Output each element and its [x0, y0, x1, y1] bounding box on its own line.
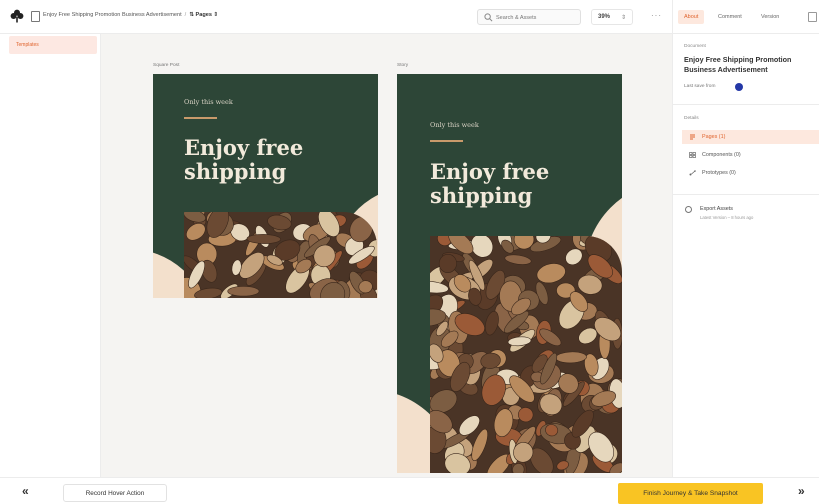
artwork-headline: Enjoy free shipping: [184, 135, 304, 185]
artwork-subtitle: Only this week: [430, 121, 479, 129]
details-item-prototypes[interactable]: Prototypes (0): [682, 166, 819, 180]
last-save-text: Last save from: [684, 84, 716, 89]
details-section-label: Details: [684, 116, 699, 121]
avatar: [735, 83, 743, 91]
search-box[interactable]: [477, 9, 581, 25]
record-hover-action-button[interactable]: Record Hover Action: [63, 484, 167, 502]
divider: [673, 104, 819, 105]
more-options-icon[interactable]: ···: [651, 11, 662, 20]
nut-shape: [227, 285, 260, 297]
document-details-panel: Document Enjoy Free Shipping Promotion B…: [672, 34, 819, 477]
bottom-bar: « Record Hover Action Finish Journey & T…: [0, 477, 819, 504]
export-assets-link[interactable]: Export Assets: [700, 206, 733, 212]
breadcrumb-separator: /: [184, 12, 187, 18]
panel-toggle-icon[interactable]: [808, 12, 817, 22]
tab-about[interactable]: About: [678, 10, 705, 24]
accent-rule: [184, 117, 217, 119]
top-bar: Enjoy Free Shipping Promotion Business A…: [0, 0, 819, 34]
document-title: Enjoy Free Shipping Promotion Business A…: [684, 55, 792, 74]
artwork-subtitle: Only this week: [184, 98, 233, 106]
divider: [672, 0, 673, 34]
finish-journey-button[interactable]: Finish Journey & Take Snapshot: [618, 483, 763, 504]
pages-panel: Templates: [0, 34, 101, 477]
chevron-updown-icon: ⇕: [213, 12, 219, 18]
export-icon: [685, 206, 692, 213]
prototype-link-icon: [689, 170, 696, 176]
previous-arrow-icon[interactable]: «: [22, 484, 29, 498]
zoom-select[interactable]: 39% ⇕: [591, 9, 633, 25]
frame-label-square-post: Square Post: [153, 63, 180, 68]
frame-story[interactable]: Only this week Enjoy free shipping: [397, 74, 622, 473]
frame-label-story: Story: [397, 63, 409, 68]
page-item-templates[interactable]: Templates: [9, 36, 97, 54]
components-grid-icon: [689, 152, 696, 158]
details-item-label: Prototypes (0): [702, 170, 736, 176]
tab-version[interactable]: Version: [755, 10, 785, 24]
document-section-label: Document: [684, 44, 706, 49]
details-item-components[interactable]: Components (0): [682, 148, 819, 162]
next-arrow-icon[interactable]: »: [798, 484, 805, 498]
brand-flower-icon[interactable]: [10, 9, 24, 23]
accent-rule: [430, 140, 463, 142]
details-item-pages[interactable]: Pages (1): [682, 130, 819, 144]
search-input[interactable]: [496, 12, 578, 23]
file-icon: [31, 11, 40, 22]
search-icon: [484, 13, 493, 22]
nuts-photo: [184, 212, 377, 298]
pages-icon: [690, 134, 695, 140]
pages-dropdown-label: Pages: [195, 12, 212, 18]
export-assets-subtitle: Latest Version – 8 hours ago: [700, 215, 754, 220]
frame-square-post[interactable]: Only this week Enjoy free shipping: [153, 74, 378, 298]
pages-dropdown[interactable]: ⇅ Pages ⇕: [189, 12, 218, 18]
divider: [673, 194, 819, 195]
nuts-photo: [430, 236, 622, 473]
design-canvas[interactable]: Square Post Only this week Enjoy free sh…: [101, 34, 672, 477]
artwork-headline: Enjoy free shipping: [430, 159, 550, 209]
chevron-updown-icon: ⇕: [620, 15, 626, 21]
tab-comment[interactable]: Comment: [712, 10, 748, 24]
nut-shape: [504, 254, 532, 265]
breadcrumb: Enjoy Free Shipping Promotion Business A…: [43, 12, 218, 18]
details-item-label: Components (0): [702, 152, 741, 158]
zoom-value: 39%: [598, 14, 611, 20]
details-item-label: Pages (1): [702, 134, 726, 140]
breadcrumb-document-title[interactable]: Enjoy Free Shipping Promotion Business A…: [43, 12, 182, 18]
nut-shape: [555, 351, 587, 364]
